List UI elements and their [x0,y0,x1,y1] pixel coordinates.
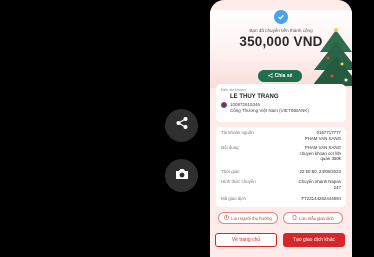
detail-value: 0167717777 PHAM VAN SANG [304,130,341,141]
home-button[interactable]: Về trang chủ [215,233,277,247]
share-button[interactable] [165,109,198,142]
save-beneficiary-button[interactable]: Lưu người thụ hưởng [218,212,278,224]
status-bar [210,0,352,8]
success-hero: Bạn đã chuyển tiền thành công 350,000 VN… [210,10,352,88]
new-transfer-button[interactable]: Tạo giao dịch khác [283,233,345,247]
recipient-name: LE THUY TRANG [230,94,279,100]
screenshot-button[interactable] [165,159,198,192]
camera-icon [175,167,189,185]
detail-label: Tài khoản nguồn [221,130,254,135]
save-template-label: Lưu mẫu giao dịch [299,215,334,221]
detail-value: FT23144282444894 [301,196,341,201]
recipient-card: Đến tài khoản LE THUY TRANG 100872615346… [216,84,346,122]
transfer-receipt-screen: Bạn đã chuyển tiền thành công 350,000 VN… [210,0,352,257]
detail-label: Thời gian [221,169,240,174]
share-label: Chia sẻ [274,73,293,79]
detail-label: Hình thức chuyển [221,179,256,184]
recipient-account: 100872615346 [230,102,261,107]
new-transfer-label: Tạo giao dịch khác [293,237,335,243]
detail-label: Nội dung [221,145,239,150]
recipient-bank: Công Thương Việt Nam (VIETINBANK) [230,108,309,113]
home-label: Về trang chủ [231,237,261,243]
success-check-icon [274,10,288,24]
share-receipt-button[interactable]: Chia sẻ [258,70,302,82]
recipient-label: Đến tài khoản [221,87,246,92]
contact-icon [224,215,230,221]
bank-logo-icon [221,102,227,108]
save-template-button[interactable]: Lưu mẫu giao dịch [283,212,343,224]
christmas-tree-decoration [312,28,352,86]
detail-label: Mã giao dịch [221,196,246,201]
share-small-icon [267,72,273,80]
transaction-details-card: Tài khoản nguồn 0167717777 PHAM VAN SANG… [216,127,346,207]
detail-value: 22:50:50, 24/05/2023 [299,169,341,174]
detail-value: Chuyển nhanh Napas 247 [298,179,341,190]
save-beneficiary-label: Lưu người thụ hưởng [231,215,272,221]
document-icon [292,215,297,221]
detail-value: PHAM VAN SANG chuyen khoan ocr lith quan… [299,145,342,161]
share-icon [175,116,189,135]
